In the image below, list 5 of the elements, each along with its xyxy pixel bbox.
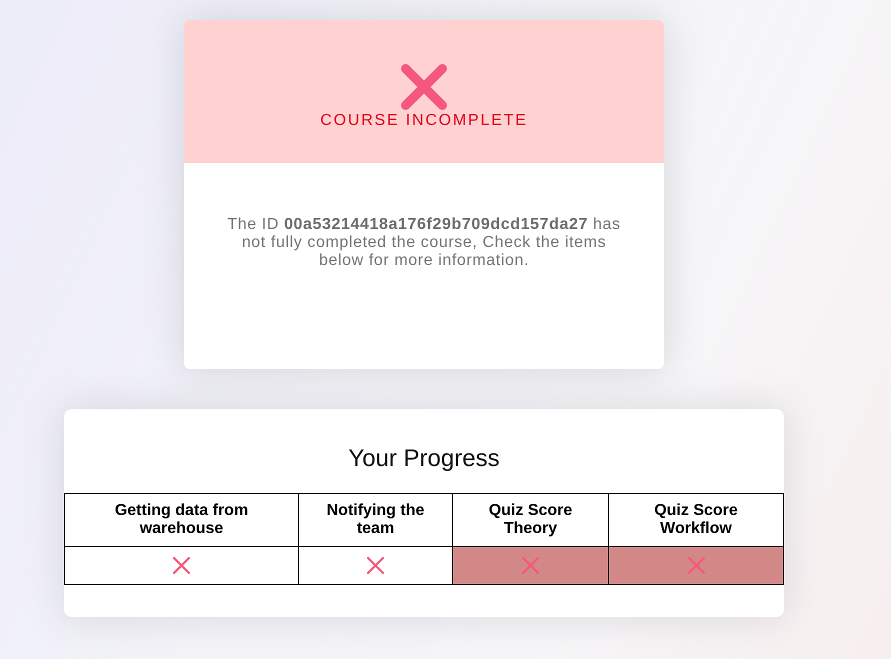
column-header: Notifying the team: [298, 494, 452, 546]
column-header: Getting data from warehouse: [64, 494, 298, 546]
status-message: The ID 00a53214418a176f29b709dcd157da27 has not fully completed the course, Check the items below for more information.: [226, 216, 622, 270]
status-title: COURSE INCOMPLETE: [320, 112, 528, 130]
progress-title: Your Progress: [347, 446, 501, 472]
